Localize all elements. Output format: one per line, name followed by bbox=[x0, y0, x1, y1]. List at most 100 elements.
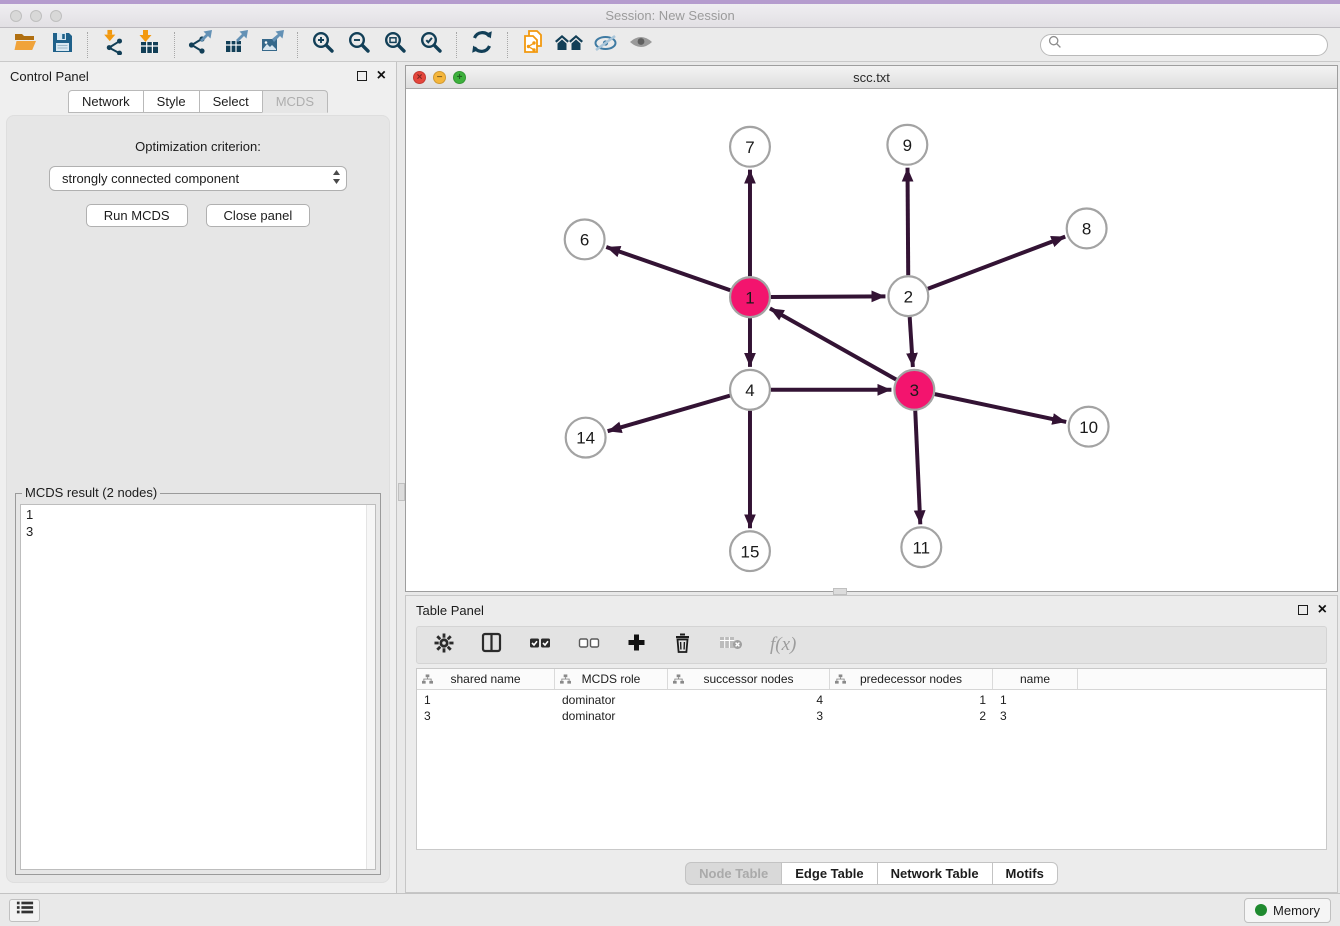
column-type-icon bbox=[835, 674, 846, 685]
table-cell[interactable]: 3 bbox=[993, 709, 1078, 723]
hide-selected-button[interactable] bbox=[587, 30, 623, 60]
search-field[interactable] bbox=[1040, 34, 1328, 56]
delete-column-button[interactable] bbox=[673, 632, 692, 658]
column-header-shared-name[interactable]: shared name bbox=[417, 669, 555, 689]
table-cell[interactable]: 1 bbox=[993, 693, 1078, 707]
import-table-button[interactable] bbox=[131, 30, 167, 60]
graph-edge-1-6[interactable] bbox=[606, 247, 730, 290]
save-session-button[interactable] bbox=[44, 30, 80, 60]
graph-edge-2-9[interactable] bbox=[908, 168, 909, 276]
graph-node-15[interactable]: 15 bbox=[730, 531, 770, 571]
graph-node-10[interactable]: 10 bbox=[1069, 407, 1109, 447]
network-window-titlebar: scc.txt bbox=[406, 66, 1337, 89]
network-view-window: scc.txt 1 2 3 4 6 7 8 9 10 11 14 15 bbox=[405, 65, 1338, 592]
table-cell[interactable]: dominator bbox=[555, 709, 668, 723]
mcds-panel: Optimization criterion: strongly connect… bbox=[6, 115, 390, 883]
export-image-button[interactable] bbox=[254, 30, 290, 60]
import-network-button[interactable] bbox=[95, 30, 131, 60]
graph-node-4[interactable]: 4 bbox=[730, 370, 770, 410]
graph-node-6[interactable]: 6 bbox=[565, 219, 605, 259]
export-network-button[interactable] bbox=[182, 30, 218, 60]
tab-style[interactable]: Style bbox=[143, 90, 200, 113]
show-all-button[interactable] bbox=[623, 30, 659, 60]
table-cell[interactable]: 2 bbox=[830, 709, 993, 723]
node-table[interactable]: shared nameMCDS rolesuccessor nodesprede… bbox=[416, 668, 1327, 850]
column-header-predecessor-nodes[interactable]: predecessor nodes bbox=[830, 669, 993, 689]
maximize-window-icon[interactable] bbox=[50, 10, 62, 22]
graph-node-11[interactable]: 11 bbox=[901, 527, 941, 567]
close-panel-icon[interactable] bbox=[377, 67, 386, 85]
table-settings-button[interactable] bbox=[434, 633, 454, 658]
graph-node-2[interactable]: 2 bbox=[888, 276, 928, 316]
graph-edge-2-8[interactable] bbox=[928, 237, 1065, 289]
table-cell[interactable]: 1 bbox=[830, 693, 993, 707]
graph-node-7[interactable]: 7 bbox=[730, 127, 770, 167]
tab-motifs[interactable]: Motifs bbox=[992, 862, 1058, 885]
export-table-button[interactable] bbox=[218, 30, 254, 60]
table-cell[interactable]: 3 bbox=[417, 709, 555, 723]
result-scrollbar[interactable] bbox=[366, 505, 375, 869]
duplicate-network-button[interactable] bbox=[515, 30, 551, 60]
close-table-panel-icon[interactable] bbox=[1318, 601, 1327, 619]
graph-node-1[interactable]: 1 bbox=[730, 277, 770, 317]
export-image-icon bbox=[259, 29, 285, 60]
add-column-button[interactable] bbox=[627, 633, 646, 657]
float-panel-icon[interactable] bbox=[357, 71, 367, 81]
graph-edge-1-2[interactable] bbox=[771, 296, 886, 297]
run-mcds-button[interactable]: Run MCDS bbox=[86, 204, 188, 227]
close-window-icon[interactable] bbox=[10, 10, 22, 22]
memory-button[interactable]: Memory bbox=[1244, 898, 1331, 923]
deselect-all-rows-button[interactable] bbox=[578, 636, 600, 655]
toolbar-separator bbox=[174, 32, 175, 58]
column-header-name[interactable]: name bbox=[993, 669, 1078, 689]
tab-edge-table[interactable]: Edge Table bbox=[781, 862, 877, 885]
refresh-button[interactable] bbox=[464, 30, 500, 60]
status-bar: Memory bbox=[0, 893, 1340, 926]
show-columns-button[interactable] bbox=[481, 632, 502, 658]
table-cell[interactable]: dominator bbox=[555, 693, 668, 707]
graph-node-3[interactable]: 3 bbox=[894, 370, 934, 410]
zoom-selected-button[interactable] bbox=[413, 30, 449, 60]
task-history-button[interactable] bbox=[9, 899, 40, 922]
tab-select[interactable]: Select bbox=[199, 90, 263, 113]
table-cell[interactable]: 4 bbox=[668, 693, 830, 707]
graph-edge-2-3[interactable] bbox=[910, 317, 913, 367]
table-row[interactable]: 1dominator411 bbox=[417, 692, 1326, 708]
table-cell[interactable]: 3 bbox=[668, 709, 830, 723]
mcds-result-title: MCDS result (2 nodes) bbox=[22, 485, 160, 500]
graph-edge-3-11[interactable] bbox=[915, 411, 920, 525]
toolbar-separator bbox=[297, 32, 298, 58]
select-all-rows-button[interactable] bbox=[529, 636, 551, 655]
search-input[interactable] bbox=[1067, 38, 1327, 52]
graph-node-8[interactable]: 8 bbox=[1067, 209, 1107, 249]
zoom-in-button[interactable] bbox=[305, 30, 341, 60]
tab-network-table[interactable]: Network Table bbox=[877, 862, 993, 885]
zoom-fit-button[interactable] bbox=[377, 30, 413, 60]
home-view-button[interactable] bbox=[551, 30, 587, 60]
column-header-successor-nodes[interactable]: successor nodes bbox=[668, 669, 830, 689]
horizontal-splitter-handle[interactable] bbox=[833, 588, 847, 595]
close-panel-button[interactable]: Close panel bbox=[206, 204, 311, 227]
graph-edge-3-1[interactable] bbox=[770, 308, 896, 379]
mcds-result-text[interactable]: 1 3 bbox=[20, 504, 376, 870]
refresh-icon bbox=[469, 29, 495, 60]
tab-network[interactable]: Network bbox=[68, 90, 144, 113]
optimization-dropdown[interactable]: strongly connected component bbox=[49, 166, 347, 191]
graph-node-label: 6 bbox=[580, 230, 589, 249]
table-row[interactable]: 3dominator323 bbox=[417, 708, 1326, 724]
column-header-MCDS-role[interactable]: MCDS role bbox=[555, 669, 668, 689]
network-graph[interactable]: 1 2 3 4 6 7 8 9 10 11 14 15 bbox=[406, 90, 1337, 591]
minimize-window-icon[interactable] bbox=[30, 10, 42, 22]
graph-node-14[interactable]: 14 bbox=[566, 418, 606, 458]
float-table-panel-icon[interactable] bbox=[1298, 605, 1308, 615]
zoom-out-button[interactable] bbox=[341, 30, 377, 60]
graph-node-9[interactable]: 9 bbox=[887, 125, 927, 165]
vertical-splitter-handle[interactable] bbox=[398, 483, 405, 501]
graph-edge-3-10[interactable] bbox=[935, 394, 1066, 422]
tab-node-table[interactable]: Node Table bbox=[685, 862, 782, 885]
open-session-button[interactable] bbox=[8, 30, 44, 60]
graph-edge-4-14[interactable] bbox=[608, 396, 730, 432]
table-cell[interactable]: 1 bbox=[417, 693, 555, 707]
tab-mcds[interactable]: MCDS bbox=[262, 90, 328, 113]
network-canvas[interactable]: 1 2 3 4 6 7 8 9 10 11 14 15 bbox=[406, 90, 1337, 591]
